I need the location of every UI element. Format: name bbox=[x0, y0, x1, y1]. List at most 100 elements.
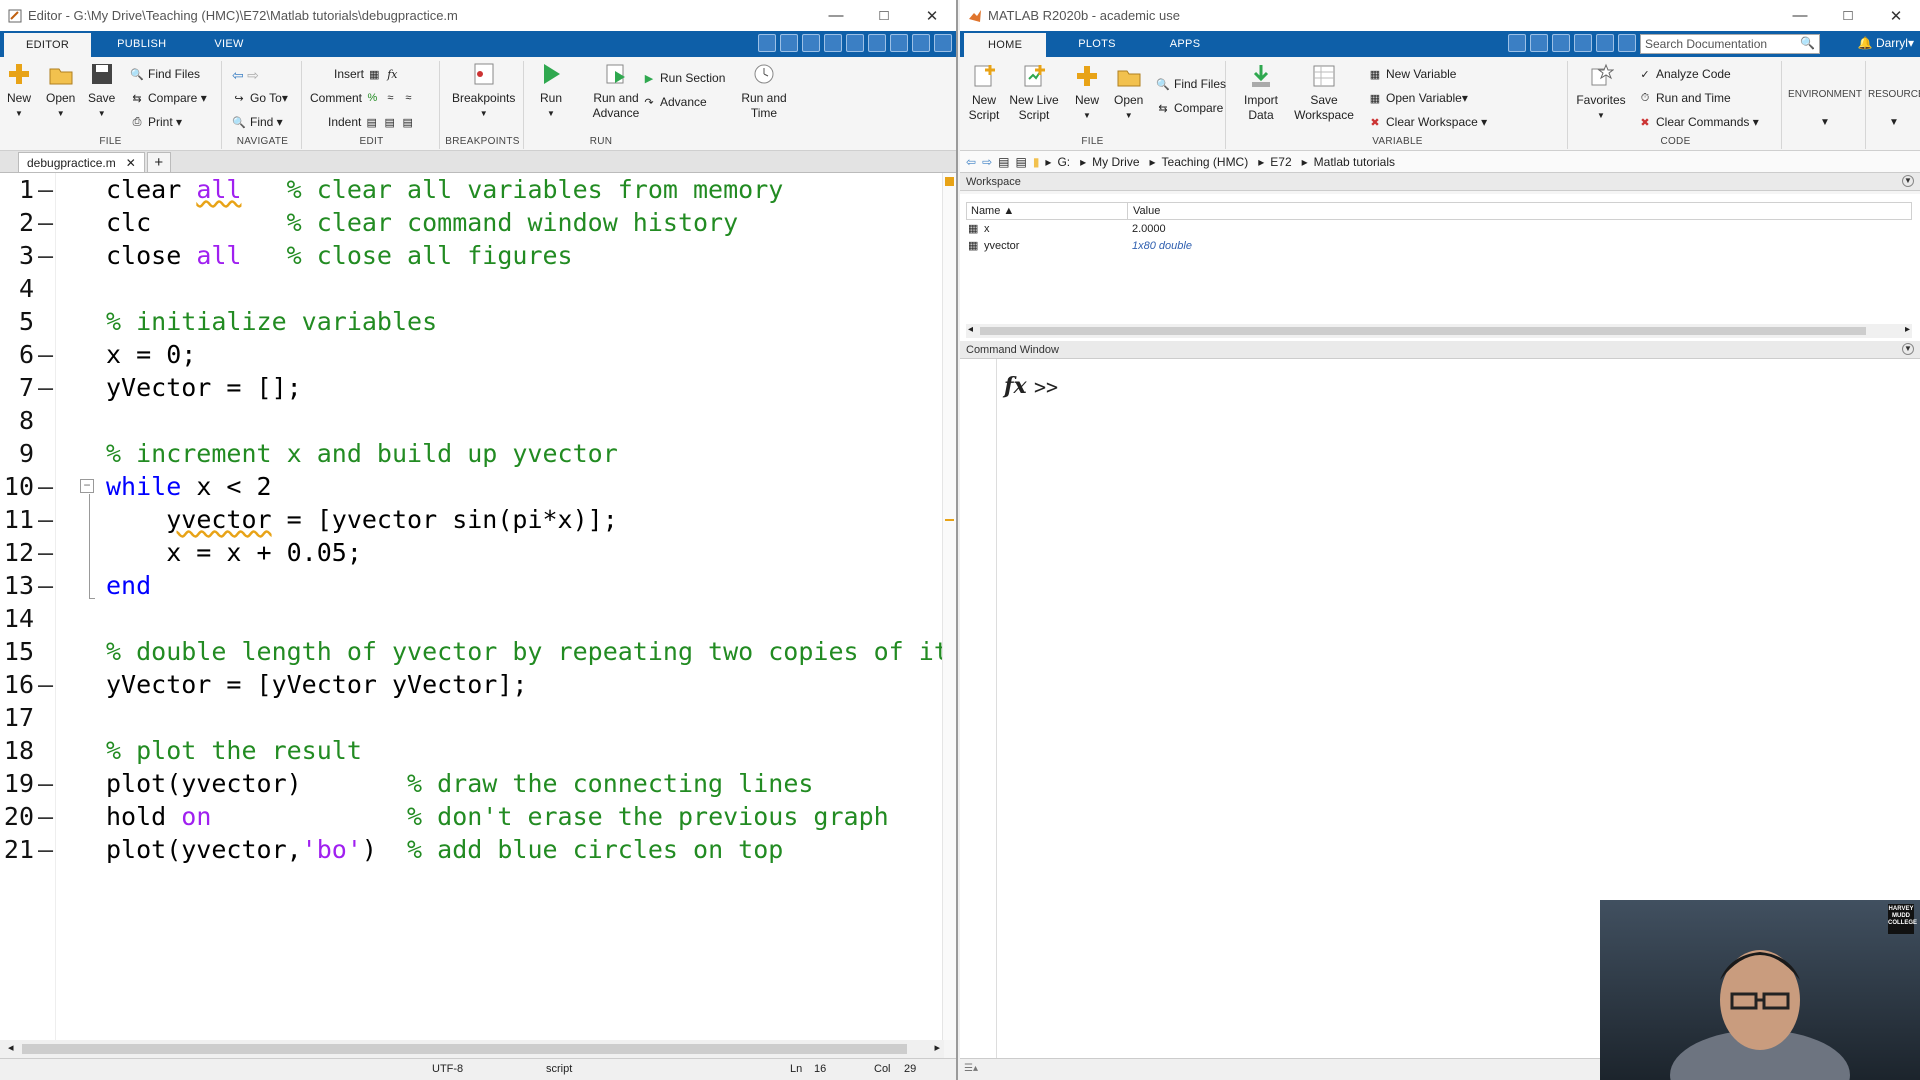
undo-icon[interactable] bbox=[846, 34, 864, 52]
fx-function-browser-icon[interactable]: fx bbox=[1004, 373, 1027, 399]
save-workspace-button[interactable]: Save Workspace bbox=[1292, 63, 1356, 123]
run-and-time-button[interactable]: Run and Time bbox=[736, 61, 792, 121]
new-live-script-button[interactable]: New Live Script bbox=[1004, 63, 1064, 123]
current-folder-bar[interactable]: ⇦ ⇨ ▤ ▤ ▮ ▸ G: ▸ My Drive ▸ Teaching (HMC) … bbox=[960, 151, 1920, 173]
paste-icon[interactable] bbox=[1574, 34, 1592, 52]
search-documentation-input[interactable]: Search Documentation 🔍 bbox=[1640, 34, 1820, 54]
code-editor[interactable]: 1– clear all % clear all variables from m… bbox=[0, 173, 949, 1040]
minimize-button[interactable]: — bbox=[812, 0, 860, 31]
cut-icon[interactable] bbox=[780, 34, 798, 52]
save-icon[interactable] bbox=[758, 34, 776, 52]
import-data-button[interactable]: Import Data bbox=[1236, 63, 1286, 123]
tab-home[interactable]: HOME bbox=[964, 33, 1047, 57]
open-button[interactable]: Open ▼ bbox=[46, 61, 75, 121]
command-window-actions-icon[interactable]: ▼ bbox=[1902, 343, 1914, 355]
fold-collapse-icon[interactable]: − bbox=[80, 479, 94, 493]
code-line[interactable]: 10– − while x < 2 bbox=[0, 470, 944, 503]
run-section-button[interactable]: ▶ Run Section bbox=[642, 71, 726, 85]
code-line[interactable]: 21– plot(yvector,'bo') % add blue circles… bbox=[0, 833, 944, 866]
code-line[interactable]: 9% increment x and build up yvector bbox=[0, 437, 944, 470]
warning-indicator[interactable] bbox=[945, 177, 954, 186]
code-line[interactable]: 6– x = 0; bbox=[0, 338, 944, 371]
clear-commands-button[interactable]: ✖ Clear Commands ▾ bbox=[1638, 115, 1758, 129]
workspace-actions-icon[interactable]: ▼ bbox=[1902, 175, 1914, 187]
cut-icon[interactable] bbox=[1530, 34, 1548, 52]
tab-view[interactable]: VIEW bbox=[192, 31, 265, 57]
editor-horizontal-scrollbar[interactable]: ◂ ▸ bbox=[0, 1040, 944, 1058]
tab-apps[interactable]: APPS bbox=[1148, 31, 1223, 57]
help-icon[interactable] bbox=[912, 34, 930, 52]
path-crumb[interactable]: Teaching (HMC) bbox=[1162, 155, 1249, 169]
code-line[interactable]: 4 bbox=[0, 272, 944, 305]
find-files-button[interactable]: 🔍 Find Files bbox=[130, 67, 200, 81]
matlab-new-button[interactable]: New ▼ bbox=[1074, 63, 1100, 123]
compare-button[interactable]: ⇆ Compare ▾ bbox=[130, 91, 206, 105]
warning-marker[interactable] bbox=[945, 519, 954, 521]
path-crumb[interactable]: Matlab tutorials bbox=[1314, 155, 1395, 169]
code-line[interactable]: 13– end bbox=[0, 569, 944, 602]
matlab-compare-button[interactable]: ⇆ Compare bbox=[1156, 101, 1223, 115]
minimize-button[interactable]: — bbox=[1776, 0, 1824, 31]
find-button[interactable]: 🔍 Find ▾ bbox=[232, 115, 283, 129]
breakpoints-button[interactable]: Breakpoints ▼ bbox=[452, 61, 515, 121]
back-forward-buttons[interactable]: ⇦ ⇨ bbox=[232, 67, 259, 84]
code-line[interactable]: 8 bbox=[0, 404, 944, 437]
workspace-row[interactable]: ▦ x 2.0000 bbox=[966, 222, 1912, 239]
code-line[interactable]: 17 bbox=[0, 701, 944, 734]
document-tab-debugpractice[interactable]: debugpractice.m ✕ bbox=[18, 152, 145, 172]
tab-publish[interactable]: PUBLISH bbox=[91, 31, 192, 57]
analyze-code-button[interactable]: ✓ Analyze Code bbox=[1638, 67, 1730, 81]
value-column-header[interactable]: Value bbox=[1133, 205, 1160, 217]
name-column-header[interactable]: Name ▲ bbox=[971, 205, 1014, 217]
run-button[interactable]: Run ▼ bbox=[538, 61, 564, 121]
favorites-button[interactable]: Favorites ▼ bbox=[1576, 63, 1626, 123]
print-button[interactable]: ⎙ Print ▾ bbox=[130, 115, 182, 129]
minimize-ribbon-icon[interactable] bbox=[934, 34, 952, 52]
open-variable-button[interactable]: ▦ Open Variable ▾ bbox=[1368, 91, 1468, 105]
code-line[interactable]: 16– yVector = [yVector yVector]; bbox=[0, 668, 944, 701]
maximize-button[interactable]: □ bbox=[1824, 0, 1872, 31]
matlab-open-button[interactable]: Open ▼ bbox=[1114, 63, 1143, 123]
resources-group[interactable]: RESOURCES ▼ bbox=[1868, 61, 1920, 149]
code-line[interactable]: 20– hold on % don't erase the previous gr… bbox=[0, 800, 944, 833]
tab-plots[interactable]: PLOTS bbox=[1046, 31, 1148, 57]
redo-icon[interactable] bbox=[1618, 34, 1636, 52]
code-line[interactable]: 14 bbox=[0, 602, 944, 635]
code-line[interactable]: 7– yVector = []; bbox=[0, 371, 944, 404]
comment-button[interactable]: Comment % ≈ ≈ bbox=[310, 91, 419, 105]
path-crumb[interactable]: G: bbox=[1057, 155, 1070, 169]
advance-button[interactable]: ↷ Advance bbox=[642, 95, 706, 109]
tab-editor[interactable]: EDITOR bbox=[4, 33, 92, 57]
matlab-run-and-time-button[interactable]: ⏱ Run and Time bbox=[1638, 91, 1731, 105]
new-script-button[interactable]: New Script bbox=[964, 63, 1004, 123]
code-line[interactable]: 11– yvector = [yvector sin(pi*x)]; bbox=[0, 503, 944, 536]
indent-button[interactable]: Indent ▤ ▤ ▤ bbox=[328, 115, 419, 129]
close-button[interactable]: ✕ bbox=[1872, 0, 1920, 31]
maximize-button[interactable]: □ bbox=[860, 0, 908, 31]
environment-group[interactable]: ENVIRONMENT ▼ bbox=[1784, 61, 1866, 149]
code-line[interactable]: 15% double length of yvector by repeatin… bbox=[0, 635, 949, 668]
code-line[interactable]: 18% plot the result bbox=[0, 734, 944, 767]
code-line[interactable]: 19– plot(yvector) % draw the connecting l… bbox=[0, 767, 944, 800]
code-line[interactable]: 5% initialize variables bbox=[0, 305, 944, 338]
editor-vertical-scrollbar[interactable] bbox=[942, 173, 956, 1040]
code-line[interactable]: 1– clear all % clear all variables from m… bbox=[0, 173, 944, 206]
window-icon[interactable] bbox=[890, 34, 908, 52]
save-icon[interactable] bbox=[1508, 34, 1526, 52]
user-menu[interactable]: 🔔 Darryl▾ bbox=[1858, 36, 1914, 50]
go-to-button[interactable]: ↪ Go To ▾ bbox=[232, 91, 287, 105]
paste-icon[interactable] bbox=[824, 34, 842, 52]
new-variable-button[interactable]: ▦ New Variable bbox=[1368, 67, 1457, 81]
path-crumb[interactable]: My Drive bbox=[1092, 155, 1139, 169]
code-line[interactable]: 3– close all % close all figures bbox=[0, 239, 944, 272]
matlab-find-files-button[interactable]: 🔍 Find Files bbox=[1156, 77, 1226, 91]
redo-icon[interactable] bbox=[868, 34, 886, 52]
workspace-panel[interactable]: Name ▲ Value ▦ x 2.0000 ▦ yvector 1x80 d… bbox=[960, 194, 1920, 342]
code-line[interactable]: 12– x = x + 0.05; bbox=[0, 536, 944, 569]
horizontal-scroll-thumb[interactable] bbox=[22, 1044, 907, 1054]
path-crumb[interactable]: E72 bbox=[1270, 155, 1291, 169]
undo-icon[interactable] bbox=[1596, 34, 1614, 52]
new-button[interactable]: New ▼ bbox=[6, 61, 32, 121]
workspace-row[interactable]: ▦ yvector 1x80 double bbox=[966, 239, 1912, 256]
new-tab-button[interactable]: + bbox=[146, 152, 171, 172]
